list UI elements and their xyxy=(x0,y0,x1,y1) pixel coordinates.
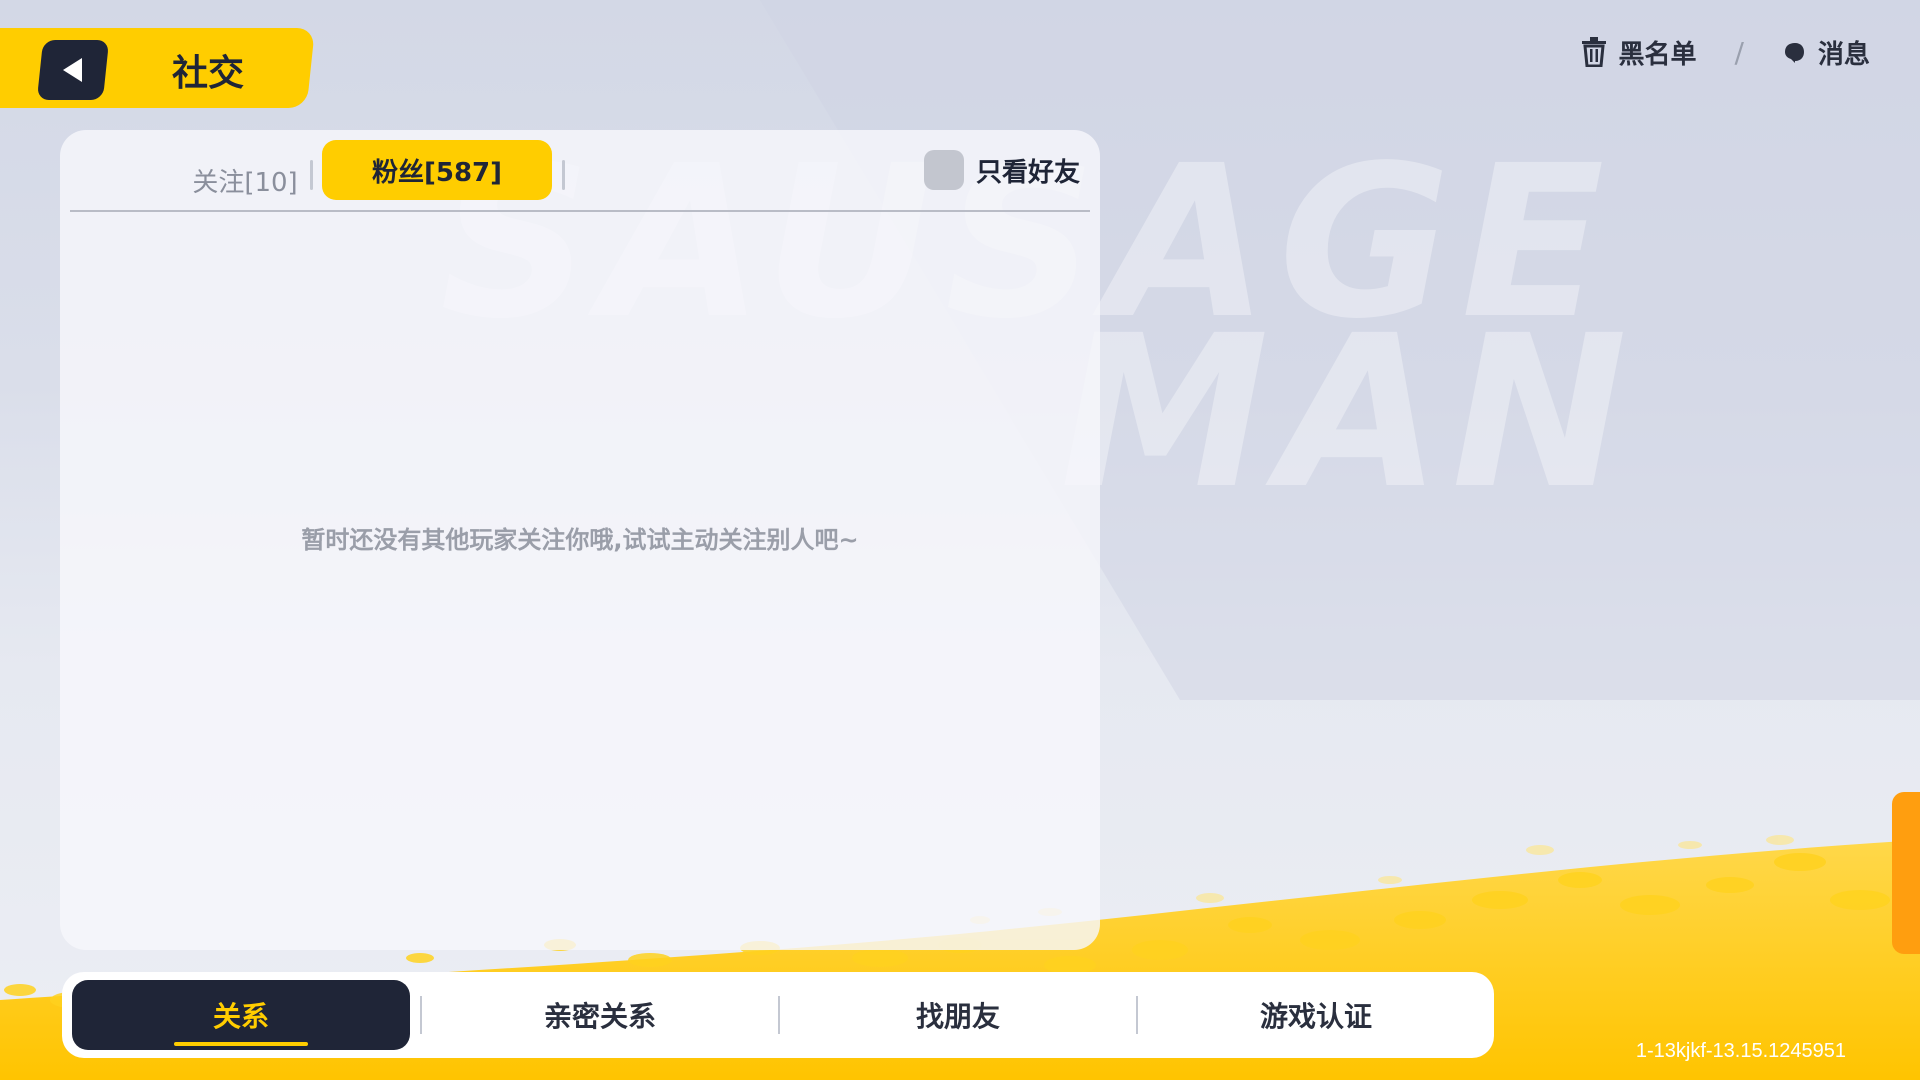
page-title: 社交 xyxy=(172,53,245,94)
friends-only-toggle[interactable]: 只看好友 xyxy=(923,148,1080,192)
nav-find-friends[interactable]: 找朋友 xyxy=(780,980,1136,1050)
back-arrow-icon xyxy=(63,58,82,82)
trash-icon xyxy=(1581,37,1606,67)
top-right-actions: 黑名单 / 消息 xyxy=(1581,30,1870,74)
tab-separator xyxy=(310,160,313,190)
social-screen: SAUSAGE MAN 社交 黑名单 / 消息 关注[10] xyxy=(0,0,1920,1080)
blacklist-button[interactable]: 黑名单 xyxy=(1581,34,1697,71)
version-label: 1-13kjkf-13.15.1245951 xyxy=(1635,1040,1846,1062)
friends-only-label: 只看好友 xyxy=(975,157,1080,188)
empty-state-message: 暂时还没有其他玩家关注你哦,试试主动关注别人吧~ xyxy=(301,526,859,554)
watermark-man: MAN xyxy=(1060,290,1638,535)
tab-fans[interactable]: 粉丝[587] xyxy=(322,140,552,200)
active-indicator xyxy=(174,1042,308,1046)
tab-separator xyxy=(562,160,565,190)
nav-relations[interactable]: 关系 xyxy=(72,980,410,1050)
relations-panel: 关注[10] 粉丝[587] 只看好友 暂时还没有其他玩家关注你哦,试试主动关注… xyxy=(60,130,1100,950)
bottom-nav: 关系 亲密关系 找朋友 游戏认证 xyxy=(62,972,1494,1058)
message-icon xyxy=(1784,43,1804,63)
side-drawer-handle[interactable] xyxy=(1892,792,1920,954)
back-button[interactable] xyxy=(36,40,110,100)
nav-game-verification[interactable]: 游戏认证 xyxy=(1138,980,1494,1050)
nav-relations-label: 关系 xyxy=(212,1000,269,1033)
friends-only-checkbox[interactable] xyxy=(923,150,964,190)
header-separator: / xyxy=(1734,35,1744,69)
blacklist-label: 黑名单 xyxy=(1618,39,1697,70)
messages-label: 消息 xyxy=(1817,39,1870,70)
panel-divider xyxy=(70,210,1090,212)
messages-button[interactable]: 消息 xyxy=(1782,34,1870,71)
nav-intimate-relations[interactable]: 亲密关系 xyxy=(422,980,778,1050)
